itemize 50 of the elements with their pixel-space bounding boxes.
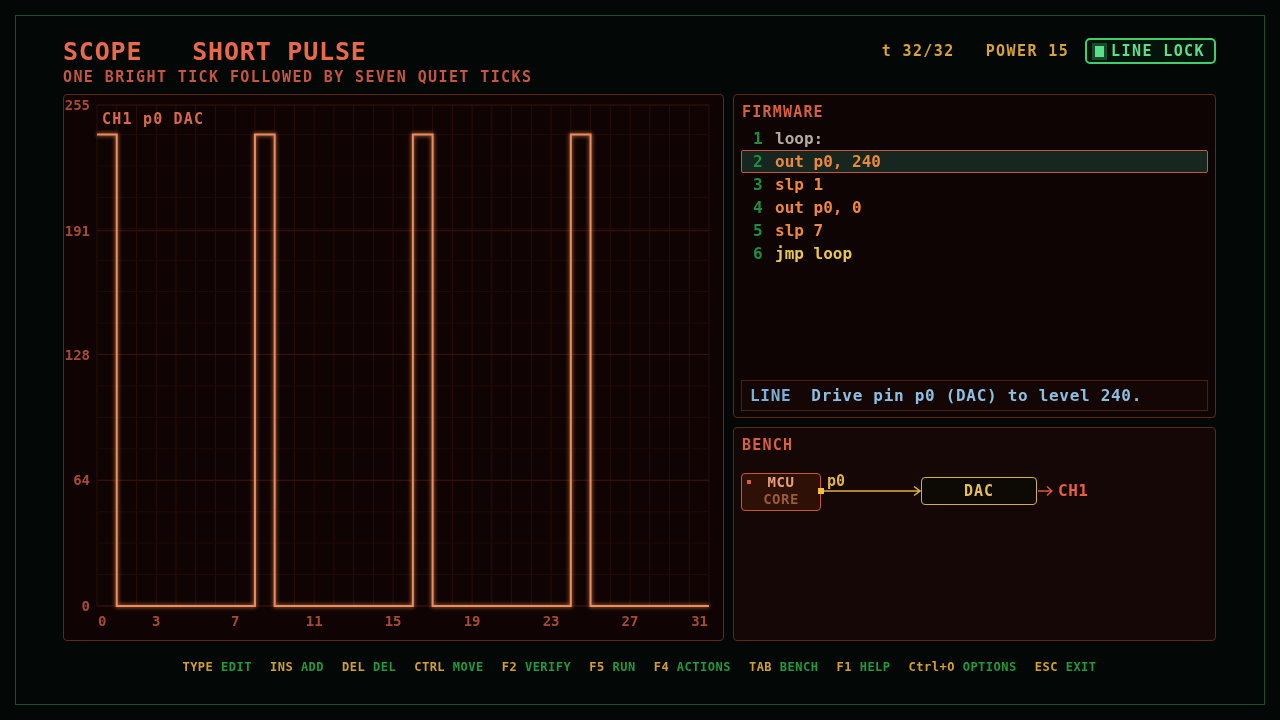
info-label: LINE bbox=[750, 385, 792, 406]
y-axis-label: 128 bbox=[64, 346, 90, 363]
shortcut-hint: INS ADD bbox=[269, 659, 325, 675]
screen-title: SHORT PULSE bbox=[192, 38, 367, 66]
y-axis-label: 0 bbox=[81, 598, 90, 614]
power-readout: POWER 15 bbox=[985, 42, 1070, 60]
pin-label: p0 bbox=[827, 472, 846, 491]
shortcut-hint: ESC EXIT bbox=[1034, 659, 1097, 675]
y-axis-label: 191 bbox=[64, 222, 90, 239]
code-line[interactable]: 4 out p0, 0 bbox=[741, 196, 867, 219]
shortcut-hint: CTRL MOVE bbox=[414, 659, 484, 675]
y-axis-label: 255 bbox=[64, 97, 90, 113]
x-axis-label: 23 bbox=[542, 613, 560, 629]
dac-node: DAC bbox=[921, 477, 1037, 506]
panel-title: FIRMWARE bbox=[741, 103, 824, 121]
line-lock-toggle[interactable]: LINE LOCK bbox=[1085, 38, 1216, 64]
y-axis-label: 64 bbox=[73, 472, 90, 489]
output-label: CH1 bbox=[1058, 481, 1089, 502]
screen-subtitle: ONE BRIGHT TICK FOLLOWED BY SEVEN QUIET TICKS bbox=[63, 68, 533, 86]
x-axis-label: 3 bbox=[152, 613, 161, 629]
x-axis-label: 7 bbox=[230, 613, 240, 629]
code-line[interactable]: 1 loop: bbox=[741, 127, 829, 150]
panel-title: BENCH bbox=[742, 436, 794, 455]
indicator-lamp-icon bbox=[1092, 42, 1108, 60]
node-subtitle: CORE bbox=[763, 491, 799, 509]
led-icon bbox=[747, 480, 751, 485]
x-axis-label: 19 bbox=[463, 613, 481, 629]
x-axis-label: 27 bbox=[621, 613, 639, 629]
shortcut-hint: TYPE EDIT bbox=[182, 659, 252, 675]
shortcut-hint: F2 VERIFY bbox=[501, 659, 572, 675]
tick-counter: t 32/32 bbox=[881, 42, 955, 60]
info-text: Drive pin p0 (DAC) to level 240. bbox=[811, 385, 1142, 406]
code-line[interactable]: 3 slp 1 bbox=[741, 173, 829, 196]
output-arrow bbox=[1038, 485, 1053, 498]
shortcut-hint: F4 ACTIONS bbox=[653, 659, 731, 675]
shortcut-hint: F1 HELP bbox=[836, 659, 891, 675]
x-axis-label: 0 bbox=[98, 613, 107, 629]
code-line[interactable]: 5 slp 7 bbox=[741, 219, 829, 242]
chart-title: CH1 p0 DAC bbox=[102, 110, 205, 128]
shortcut-hint: Ctrl+O OPTIONS bbox=[908, 659, 1017, 675]
shortcut-hint: DEL DEL bbox=[342, 659, 397, 675]
x-axis-label: 15 bbox=[384, 613, 402, 629]
x-axis-label: 11 bbox=[305, 613, 323, 629]
shortcut-hint: TAB BENCH bbox=[748, 659, 819, 675]
shortcut-hint: F5 RUN bbox=[589, 659, 636, 675]
node-title: MCU bbox=[767, 474, 795, 492]
app-title: SCOPE bbox=[63, 38, 143, 66]
x-axis-label: 31 bbox=[691, 613, 708, 629]
pin-icon bbox=[818, 488, 824, 495]
code-line[interactable]: 6 jmp loop bbox=[741, 242, 858, 265]
